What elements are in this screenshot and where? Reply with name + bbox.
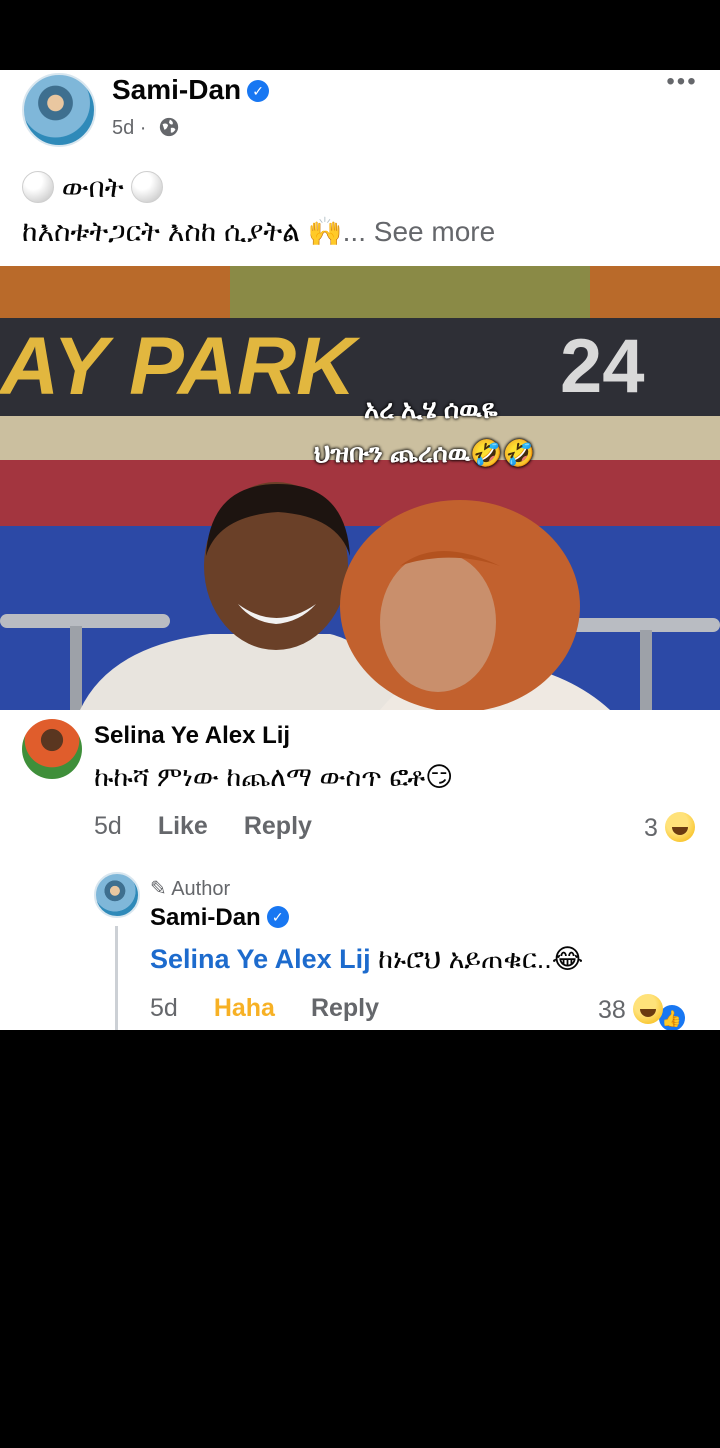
white-circle-icon — [22, 171, 54, 203]
sign-text: AY PARK — [0, 321, 361, 412]
author-avatar[interactable] — [22, 73, 96, 147]
author-name[interactable]: Sami-Dan ✓ — [112, 74, 270, 106]
commenter-name[interactable]: Selina Ye Alex Lij — [94, 722, 290, 750]
sign-number: 24 — [560, 324, 645, 409]
reply-body: ከኑሮህ አይጠቁር..😂 — [378, 944, 584, 974]
photo-image: AY PARK 24 — [0, 266, 720, 710]
more-options-icon[interactable]: ••• — [662, 70, 702, 98]
post-photo[interactable]: AY PARK 24 አረ ኢሄ ሰዉዬ ህዝቡን ጨረሰዉ🤣🤣 — [0, 266, 720, 710]
reply-author-name[interactable]: Sami-Dan ✓ — [150, 904, 289, 932]
author-badge: ✎ Author — [150, 876, 230, 901]
caption-title: ውበት — [61, 172, 124, 203]
photo-overlay-line-2: ህዝቡን ጨረሰዉ🤣🤣 — [314, 438, 536, 468]
like-button[interactable]: Like — [158, 812, 208, 840]
caption-line-2: ከእስቱትጋርት እስከ ሲያትል 🙌... See more — [22, 210, 702, 254]
haha-reaction-button[interactable]: Haha — [214, 994, 275, 1022]
reply-time: 5d — [150, 994, 178, 1022]
thread-line — [115, 926, 118, 1030]
post-time[interactable]: 5d — [112, 117, 134, 139]
comment-reactions[interactable]: 3 — [644, 812, 695, 843]
see-more-link[interactable]: ... See more — [343, 216, 496, 247]
pencil-icon: ✎ — [150, 878, 167, 900]
reply-actions: 5d Haha Reply — [150, 994, 415, 1023]
reply-author-name-text[interactable]: Sami-Dan — [150, 904, 261, 931]
caption-text: ከእስቱትጋርት እስከ ሲያትል 🙌 — [22, 216, 343, 247]
photo-overlay-line-1: አረ ኢሄ ሰዉዬ — [364, 394, 498, 424]
author-badge-label: Author — [171, 878, 231, 900]
white-circle-icon — [131, 171, 164, 203]
reply-button[interactable]: Reply — [311, 994, 379, 1022]
author-name-text[interactable]: Sami-Dan — [112, 74, 241, 105]
haha-icon — [664, 812, 695, 842]
reply-text: Selina Ye Alex Lij ከኑሮህ አይጠቁር..😂 — [150, 944, 583, 976]
globe-icon — [159, 117, 179, 137]
haha-icon — [632, 994, 663, 1024]
post-header: Sami-Dan ✓ 5d · ••• — [0, 70, 720, 150]
reply-button[interactable]: Reply — [244, 812, 312, 840]
commenter-avatar[interactable] — [22, 719, 82, 779]
comment-actions: 5d Like Reply — [94, 812, 348, 841]
reply-reactions[interactable]: 38 👍 — [598, 994, 687, 1030]
reply-reaction-count: 38 — [598, 996, 626, 1024]
post-card: Sami-Dan ✓ 5d · ••• ውበት ከእስቱትጋርት እስከ ሲያትል… — [0, 70, 720, 1030]
reply-author-avatar[interactable] — [94, 872, 140, 918]
mention-link[interactable]: Selina Ye Alex Lij — [150, 944, 371, 974]
caption-line-1: ውበት — [22, 166, 702, 210]
post-caption: ውበት ከእስቱትጋርት እስከ ሲያትል 🙌... See more — [22, 166, 702, 254]
post-meta: 5d · — [112, 116, 180, 140]
comment-text: ኩኩሻ ምነው ከጨለማ ውስጥ ፎቶ😏 — [94, 762, 454, 792]
comment-time: 5d — [94, 812, 122, 840]
verified-badge-icon: ✓ — [266, 906, 289, 928]
comment-reaction-count: 3 — [644, 814, 658, 842]
verified-badge-icon: ✓ — [247, 80, 270, 102]
